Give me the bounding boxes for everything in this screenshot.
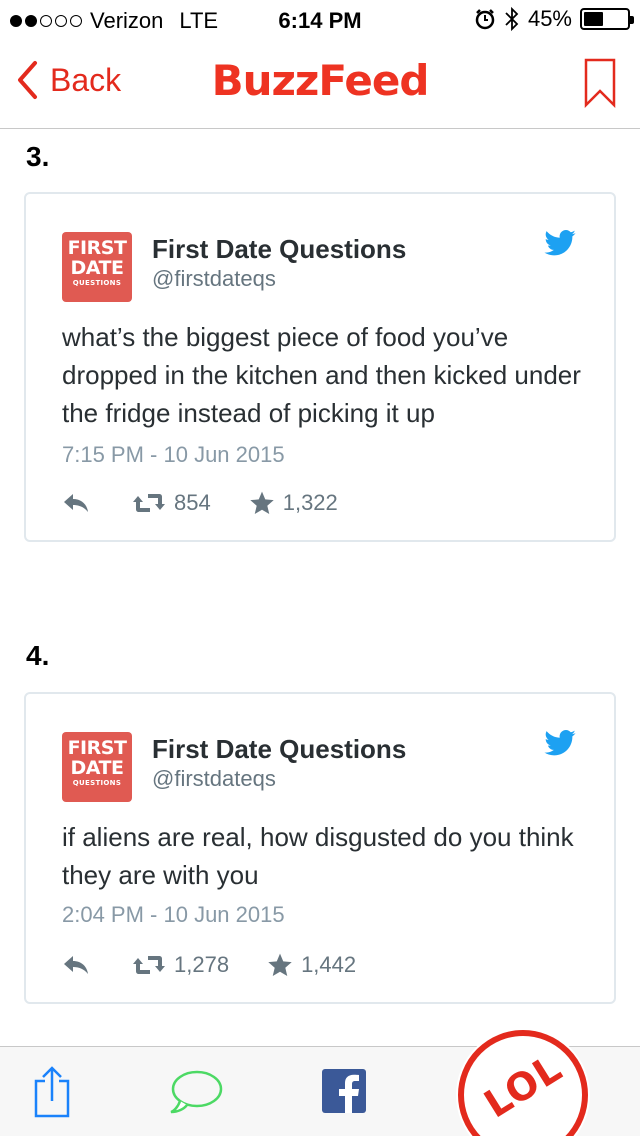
battery-percent: 45% (527, 6, 572, 31)
share-icon[interactable] (32, 1065, 72, 1119)
tweet-timestamp[interactable]: 7:15 PM - 10 Jun 2015 (62, 442, 285, 468)
retweet-count: 854 (174, 490, 211, 515)
star-icon (268, 953, 292, 977)
favorite-count: 1,322 (282, 490, 338, 515)
embedded-tweet[interactable]: FIRST DATE QUESTIONS First Date Question… (24, 692, 616, 1004)
avatar-text-first: FIRST (67, 237, 127, 259)
avatar-text-questions: QUESTIONS (72, 279, 122, 287)
retweet-button[interactable]: 854 (132, 490, 211, 516)
back-button[interactable]: Back (16, 60, 121, 100)
comment-icon[interactable] (168, 1069, 224, 1115)
embedded-tweet[interactable]: FIRST DATE QUESTIONS First Date Question… (24, 192, 616, 542)
avatar-text-questions: QUESTIONS (72, 779, 122, 787)
facebook-icon[interactable] (322, 1069, 366, 1113)
alarm-icon (475, 9, 495, 30)
navigation-bar: Back BuzzFeed (0, 40, 640, 129)
lol-label: LOL (476, 1045, 570, 1127)
star-icon (250, 491, 274, 515)
signal-strength-icon (10, 15, 82, 27)
reply-button[interactable] (62, 492, 90, 514)
network-type: LTE (179, 8, 219, 33)
favorite-count: 1,442 (301, 952, 357, 977)
favorite-button[interactable]: 1,322 (249, 490, 338, 516)
list-number: 4. (26, 640, 50, 671)
tweet-text: what’s the biggest piece of food you’ve … (62, 322, 581, 428)
battery-icon (580, 8, 634, 30)
tweet-actions: 1,278 1,442 (62, 952, 356, 978)
reply-icon (64, 494, 88, 512)
tweet-author-name[interactable]: First Date Questions (152, 234, 406, 265)
retweet-count: 1,278 (174, 952, 230, 977)
status-left: Verizon LTE (10, 8, 218, 34)
tweet-actions: 854 1,322 (62, 490, 338, 516)
reply-button[interactable] (62, 954, 90, 976)
retweet-button[interactable]: 1,278 (132, 952, 229, 978)
tweet-author-handle[interactable]: @firstdateqs (152, 766, 276, 792)
article-content[interactable]: 3. FIRST DATE QUESTIONS First Date Quest… (0, 129, 640, 1046)
carrier-name: Verizon (90, 8, 164, 33)
twitter-bird-icon[interactable] (544, 730, 576, 756)
status-bar: Verizon LTE 6:14 PM 45% (0, 0, 640, 40)
tweet-text: if aliens are real, how disgusted do you… (62, 822, 574, 890)
status-right: 45% (474, 6, 634, 32)
avatar-text-date: DATE (70, 257, 124, 279)
twitter-bird-icon[interactable] (544, 230, 576, 256)
list-number: 3. (26, 141, 50, 172)
tweet-timestamp[interactable]: 2:04 PM - 10 Jun 2015 (62, 902, 285, 928)
retweet-icon (133, 494, 165, 512)
avatar-text-date: DATE (70, 757, 124, 779)
retweet-icon (133, 956, 165, 974)
tweet-author-handle[interactable]: @firstdateqs (152, 266, 276, 292)
avatar-text-first: FIRST (67, 737, 127, 759)
favorite-button[interactable]: 1,442 (267, 952, 356, 978)
tweet-author-name[interactable]: First Date Questions (152, 734, 406, 765)
avatar[interactable]: FIRST DATE QUESTIONS (62, 732, 132, 802)
reply-icon (64, 956, 88, 974)
bluetooth-icon (505, 6, 519, 32)
chevron-left-icon (18, 61, 37, 99)
bookmark-icon[interactable] (584, 58, 616, 108)
avatar[interactable]: FIRST DATE QUESTIONS (62, 232, 132, 302)
back-label: Back (50, 61, 122, 98)
